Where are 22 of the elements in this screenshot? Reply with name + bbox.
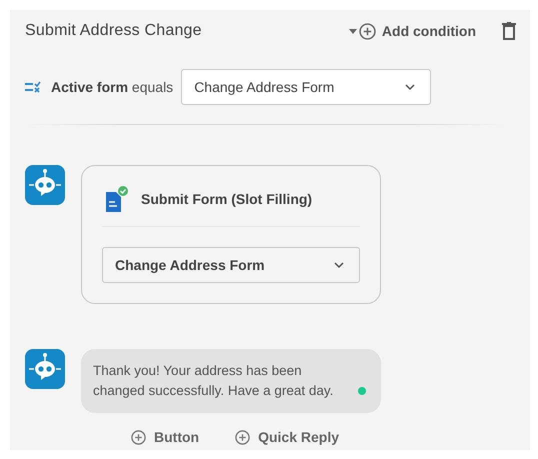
- condition-icon: [25, 81, 41, 93]
- add-icon: [358, 22, 376, 40]
- add-condition-button[interactable]: Add condition: [348, 22, 476, 40]
- add-icon: [131, 430, 146, 444]
- chevron-down-icon: [333, 261, 345, 269]
- status-dot: [358, 387, 366, 395]
- trash-icon: [502, 22, 516, 40]
- card-title: Submit Form (Slot Filling): [141, 191, 312, 207]
- delete-button[interactable]: [502, 22, 516, 40]
- add-action-button[interactable]: Quick Reply: [235, 429, 340, 445]
- message-text: Thank you! Your address has been changed successfully. Have a great day.: [93, 362, 334, 400]
- caret-icon: [348, 28, 357, 34]
- form-select[interactable]: Change Address Form: [102, 247, 360, 283]
- document-check-icon: [105, 186, 129, 212]
- robot-avatar-icon: [25, 165, 65, 205]
- rule-title: Submit Address Change: [25, 22, 203, 40]
- form-select[interactable]: Change Address Form: [181, 69, 432, 105]
- add-icon: [235, 430, 250, 444]
- chevron-down-icon: [404, 83, 416, 91]
- add-action-button[interactable]: Button: [131, 429, 200, 445]
- condition-label: Active form equals: [51, 79, 174, 95]
- robot-avatar-icon: [25, 349, 65, 389]
